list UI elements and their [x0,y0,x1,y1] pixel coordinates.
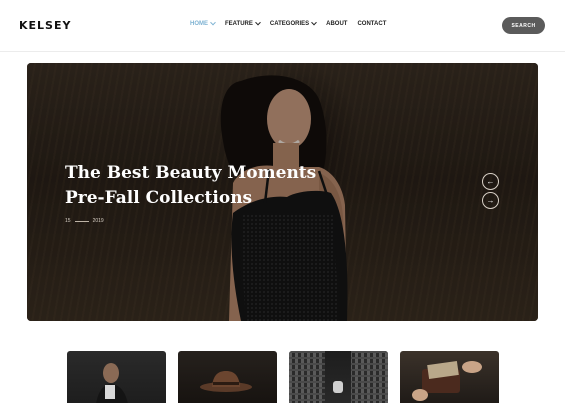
nav-item-contact[interactable]: CONTACT [357,21,386,27]
site-logo[interactable]: KELSEY [19,19,71,32]
chevron-down-icon [311,19,317,26]
arrow-left-icon: ← [486,177,495,186]
nav-item-about[interactable]: ABOUT [326,21,347,27]
divider [74,220,89,222]
nav-item-home[interactable]: HOME [190,19,216,27]
hero-date-day: 15 [65,218,71,224]
chevron-down-icon [255,19,261,26]
nav-item-categories[interactable]: CATEGORIES [269,19,317,27]
thumbnail-row [67,351,499,403]
nav-item-label: HOME [190,21,208,27]
nav-item-label: FEATURE [225,21,253,27]
nav-item-label: ABOUT [326,21,348,27]
slider-next-button[interactable]: → [482,192,499,209]
hat-photo [200,371,252,392]
hero-title-line: Pre-Fall Collections [65,188,253,208]
main-nav: HOME FEATURE CATEGORIES ABOUT CONTACT [190,19,386,27]
slider-prev-button[interactable]: ← [482,173,499,190]
hero-title[interactable]: The Best Beauty Moments Pre-Fall Collect… [65,161,325,211]
hero-title-line: The Best Beauty Moments [65,163,317,183]
thumbnail-plaid-shirt[interactable] [289,351,388,403]
hero-date-year: 2019 [92,218,104,224]
thumbnail-hat[interactable] [178,351,277,403]
search-button[interactable]: SEARCH [502,17,545,34]
plaid-shirt-watch-photo [289,351,388,403]
nav-item-label: CONTACT [357,21,387,27]
hero-slider[interactable]: The Best Beauty Moments Pre-Fall Collect… [27,63,538,321]
site-header: KELSEY HOME FEATURE CATEGORIES ABOUT CON… [0,0,565,52]
hero-date: 15 2019 [65,218,104,224]
arrow-right-icon: → [486,196,495,205]
thumbnail-man-in-suit[interactable] [67,351,166,403]
nav-item-label: CATEGORIES [269,21,310,27]
thumbnail-wallet[interactable] [400,351,499,403]
man-in-suit-photo [96,363,128,403]
nav-item-feature[interactable]: FEATURE [225,19,261,27]
chevron-down-icon [210,19,216,26]
wallet-money-photo [412,360,482,401]
